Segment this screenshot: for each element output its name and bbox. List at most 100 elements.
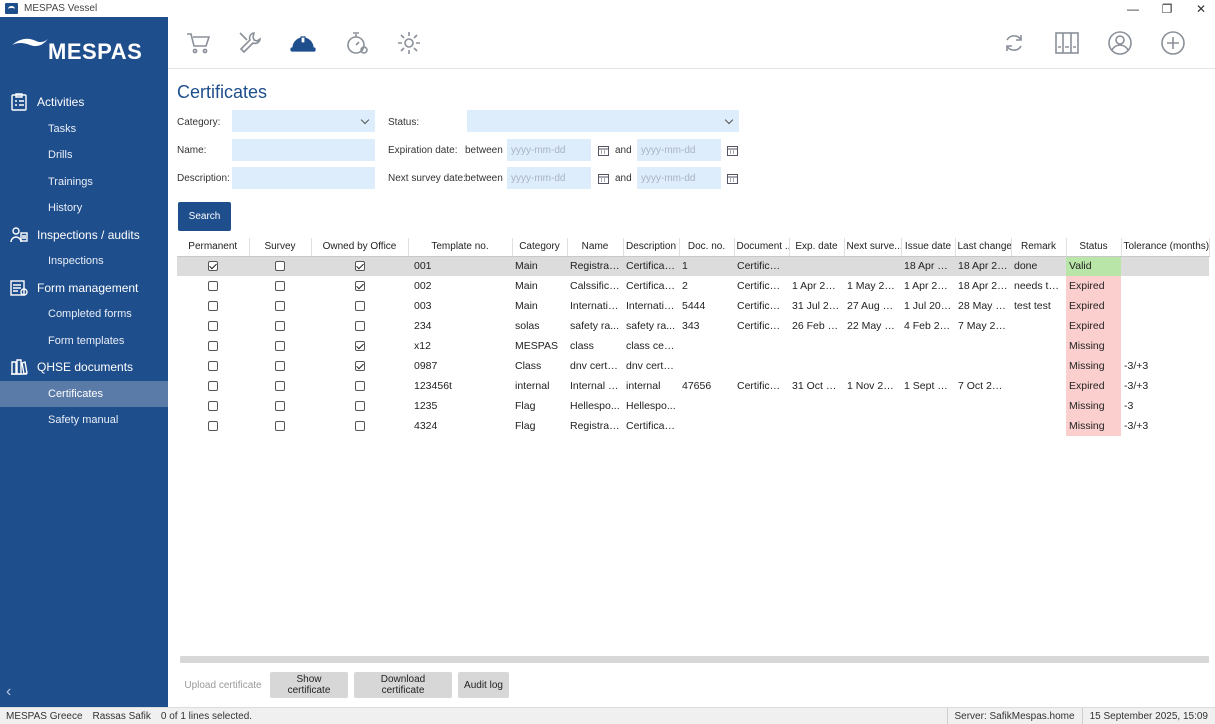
refresh-icon[interactable] (999, 29, 1029, 57)
column-header[interactable]: Remark (1011, 238, 1067, 257)
office-checkbox[interactable] (354, 321, 365, 332)
description-input[interactable] (232, 167, 375, 189)
permanent-checkbox[interactable] (208, 361, 218, 372)
horizontal-scrollbar[interactable] (180, 656, 1209, 663)
column-header[interactable]: Last change (955, 238, 1012, 257)
hardhat-icon[interactable] (288, 29, 318, 57)
table-row[interactable]: 002 Main Calssificat... Certificat... 2 Certi… (177, 276, 1209, 296)
category-select[interactable] (232, 110, 375, 132)
calendar-icon[interactable] (598, 145, 609, 156)
column-header[interactable]: Name (567, 238, 624, 257)
column-header[interactable]: Next surve... (844, 238, 902, 257)
office-checkbox[interactable] (354, 421, 365, 432)
permanent-checkbox[interactable] (208, 341, 218, 352)
table-row[interactable]: 001 Main Registrati... Certificat... 1 Certif… (177, 256, 1209, 276)
gear-icon[interactable] (394, 29, 424, 57)
user-icon[interactable] (1105, 29, 1135, 57)
column-header[interactable]: Document ... (734, 238, 790, 257)
permanent-checkbox[interactable] (208, 381, 218, 392)
office-checkbox[interactable] (354, 401, 365, 412)
last-change-cell: 28 May 2... (958, 300, 1010, 312)
office-checkbox[interactable] (354, 361, 365, 372)
office-checkbox[interactable] (354, 341, 365, 352)
column-header[interactable]: Template no. (408, 238, 513, 257)
column-header[interactable]: Category (512, 238, 568, 257)
permanent-checkbox[interactable] (208, 401, 218, 412)
calendar-icon[interactable] (727, 145, 738, 156)
permanent-checkbox[interactable] (208, 321, 218, 332)
office-checkbox[interactable] (354, 281, 365, 292)
download-certificate-button[interactable]: Download certificate (354, 672, 452, 698)
column-header[interactable]: Survey (249, 238, 312, 257)
table-row[interactable]: 123456t internal Internal c... internal 4765… (177, 376, 1209, 396)
wrench-icon[interactable] (235, 29, 265, 57)
next-survey-from-input[interactable] (507, 167, 591, 189)
sidebar-item-drills[interactable]: Drills (0, 142, 168, 169)
permanent-checkbox[interactable] (208, 421, 218, 432)
sidebar-section-activities[interactable]: Activities (0, 89, 168, 116)
survey-checkbox[interactable] (275, 401, 285, 412)
table-row[interactable]: 1235 Flag Hellespo... Hellespo... Missing -3 (177, 396, 1209, 416)
column-header[interactable]: Exp. date (789, 238, 845, 257)
column-header[interactable]: Issue date (901, 238, 956, 257)
office-checkbox[interactable] (354, 301, 365, 312)
table-row[interactable]: 234 solas safety ra... safety ra... 343 Certi… (177, 316, 1209, 336)
search-button[interactable]: Search (178, 202, 231, 231)
sidebar-section-form-management[interactable]: Form management (0, 275, 168, 302)
upload-certificate-button[interactable]: Upload certificate (178, 672, 268, 698)
office-cell (311, 316, 408, 336)
add-icon[interactable] (1158, 29, 1188, 57)
office-checkbox[interactable] (354, 261, 365, 272)
permanent-checkbox[interactable] (208, 261, 218, 272)
sidebar-item-completed-forms[interactable]: Completed forms (0, 301, 168, 328)
restore-icon[interactable]: ❐ (1161, 3, 1173, 15)
sidebar-item-history[interactable]: History (0, 195, 168, 222)
sidebar-item-safety-manual[interactable]: Safety manual (0, 407, 168, 434)
binders-icon[interactable] (1052, 29, 1082, 57)
cart-icon[interactable] (183, 29, 213, 57)
sidebar-item-trainings[interactable]: Trainings (0, 169, 168, 196)
table-row[interactable]: 003 Main Internatio... Internatio... 5444 Cer… (177, 296, 1209, 316)
office-checkbox[interactable] (354, 381, 365, 392)
calendar-icon[interactable] (727, 173, 738, 184)
column-header[interactable]: Status (1066, 238, 1122, 257)
sidebar-item-tasks[interactable]: Tasks (0, 116, 168, 143)
collapse-sidebar-icon[interactable]: ‹ (6, 684, 18, 700)
stopwatch-gear-icon[interactable] (342, 29, 372, 57)
close-icon[interactable]: ✕ (1195, 3, 1207, 15)
survey-checkbox[interactable] (275, 261, 285, 272)
expiration-from-input[interactable] (507, 139, 591, 161)
table-row[interactable]: x12 MESPAS class class certi... Missing (177, 336, 1209, 356)
column-header[interactable]: Doc. no. (679, 238, 735, 257)
survey-checkbox[interactable] (275, 421, 285, 432)
audit-log-button[interactable]: Audit log (458, 672, 509, 698)
sidebar-item-form-templates[interactable]: Form templates (0, 328, 168, 355)
name-label: Name: (177, 145, 207, 156)
survey-checkbox[interactable] (275, 361, 285, 372)
survey-checkbox[interactable] (275, 381, 285, 392)
table-row[interactable]: 0987 Class dnv certifi... dnv certifi... Mis… (177, 356, 1209, 376)
status-select[interactable] (467, 110, 739, 132)
sidebar-item-inspections[interactable]: Inspections (0, 248, 168, 275)
column-header[interactable]: Tolerance (months) (1121, 238, 1210, 257)
survey-checkbox[interactable] (275, 281, 285, 292)
table-row[interactable]: 4324 Flag Registrati... Certificat... Missin… (177, 416, 1209, 436)
sidebar-item-certificates[interactable]: Certificates (0, 380, 168, 407)
calendar-icon[interactable] (598, 173, 609, 184)
column-header[interactable]: Owned by Office (311, 238, 409, 257)
status-badge: Expired (1066, 296, 1121, 316)
name-input[interactable] (232, 139, 375, 161)
expiration-to-input[interactable] (637, 139, 721, 161)
sidebar-section-qhse-documents[interactable]: QHSE documents (0, 354, 168, 381)
show-certificate-button[interactable]: Show certificate (270, 672, 348, 698)
survey-checkbox[interactable] (275, 341, 285, 352)
permanent-checkbox[interactable] (208, 281, 218, 292)
sidebar-section-inspections-audits[interactable]: Inspections / audits (0, 222, 168, 249)
column-header[interactable]: Permanent (177, 238, 250, 257)
survey-checkbox[interactable] (275, 321, 285, 332)
next-survey-to-input[interactable] (637, 167, 721, 189)
column-header[interactable]: Description (623, 238, 680, 257)
survey-checkbox[interactable] (275, 301, 285, 312)
minimize-icon[interactable]: — (1127, 3, 1139, 15)
permanent-checkbox[interactable] (208, 301, 218, 312)
